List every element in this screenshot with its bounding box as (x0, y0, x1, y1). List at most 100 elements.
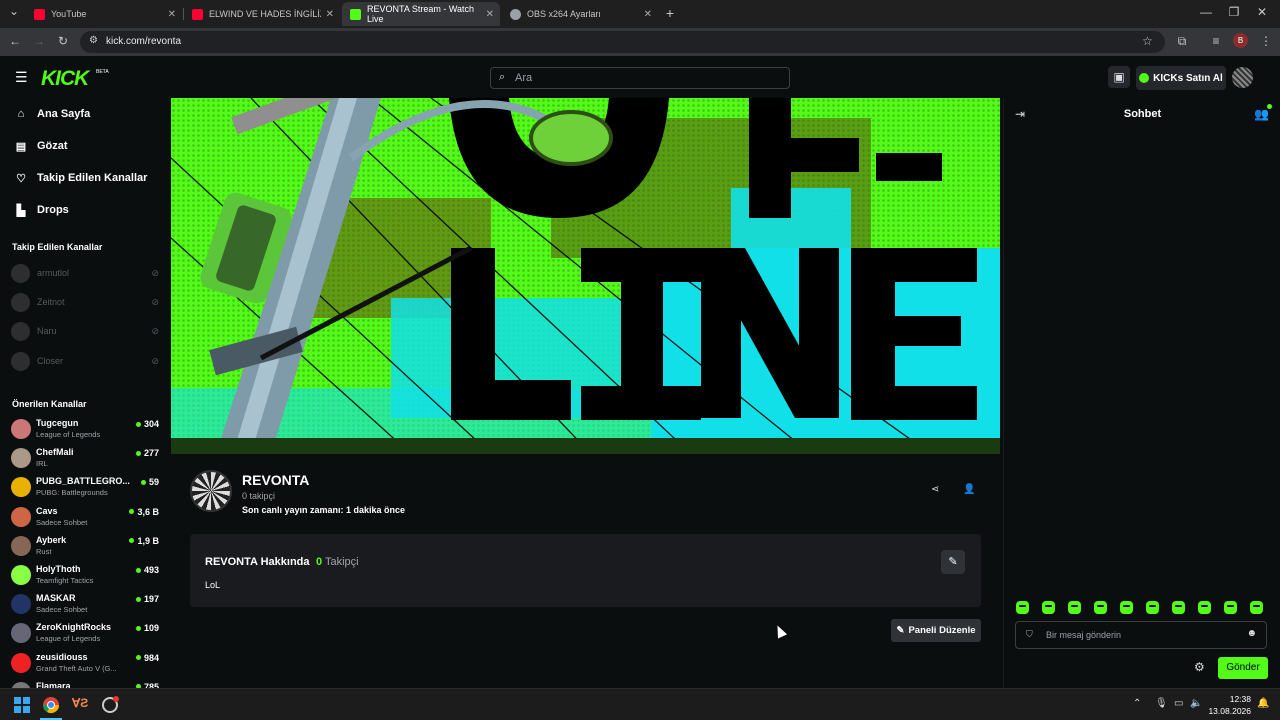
recommended-channel[interactable]: Flamara 785 (11, 679, 161, 688)
followed-channel[interactable]: Zeitnot ⊘ (11, 292, 161, 312)
recommended-channel[interactable]: Ayberk Rust 1,9 B (11, 533, 161, 559)
live-dot-icon (135, 655, 141, 661)
reload-icon[interactable]: ↻ (55, 34, 71, 48)
volume-icon[interactable]: 🔈 (1190, 698, 1202, 709)
recommended-channel[interactable]: zeusidiouss Grand Theft Auto V (G... 984 (11, 650, 161, 676)
nav-following[interactable]: ♡ Takip Edilen Kanallar (15, 168, 147, 188)
recommended-channel[interactable]: ChefMali IRL 277 (11, 445, 161, 471)
emote-icon[interactable] (1146, 601, 1159, 614)
recommended-channel[interactable]: ZeroKnightRocks League of Legends 109 (11, 620, 161, 646)
emote-icon[interactable] (1120, 601, 1133, 614)
emote-icon[interactable] (1224, 601, 1237, 614)
emote-icon[interactable] (1068, 601, 1081, 614)
close-tab-icon[interactable]: ✕ (644, 9, 652, 20)
recommended-channel[interactable]: MASKAR Sadece Sohbet 197 (11, 591, 161, 617)
edit-pencil-icon[interactable]: ✎ (941, 550, 965, 574)
site-header: ☰ KICK BETA ⌕ Ara ▣ KICKs Satın Al (0, 57, 1280, 98)
back-icon[interactable]: ← (7, 34, 23, 48)
nav-browse[interactable]: ▤ Gözat (15, 136, 68, 156)
emote-bar (1016, 601, 1263, 614)
channel-name[interactable]: REVONTA (242, 472, 309, 488)
followed-channel[interactable]: armutlol ⊘ (11, 263, 161, 283)
notification-bell-icon[interactable]: 🔔 (1257, 698, 1269, 709)
recommended-channel[interactable]: PUBG_BATTLEGRO... PUBG: Battlegrounds 59 (11, 474, 161, 500)
site-info-icon[interactable]: ⚙ (89, 35, 98, 46)
about-title: REVONTA Hakkında (205, 556, 310, 568)
send-button[interactable]: Gönder (1218, 657, 1268, 679)
followed-channel[interactable]: Naru ⊘ (11, 321, 161, 341)
browser-profile-avatar[interactable]: B (1233, 33, 1248, 48)
buy-kicks-button[interactable]: KICKs Satın Al (1136, 66, 1226, 90)
search-input[interactable]: ⌕ Ara (490, 67, 790, 89)
minimize-icon[interactable]: — (1198, 5, 1214, 19)
followed-channel[interactable]: Closer ⊘ (11, 351, 161, 371)
user-avatar[interactable] (1232, 67, 1253, 88)
channel-avatar[interactable] (190, 470, 232, 512)
recommended-channel[interactable]: Cavs Sadece Sohbet 3,6 B (11, 504, 161, 530)
bookmark-star-icon[interactable]: ☆ (1142, 34, 1153, 48)
tab-label: OBS x264 Ayarları (527, 9, 601, 19)
clock-time[interactable]: 12:38 (1220, 694, 1251, 704)
globe-favicon-icon (510, 8, 521, 20)
nav-label: Takip Edilen Kanallar (37, 172, 148, 184)
network-icon[interactable]: ▭ (1174, 698, 1183, 709)
extensions-icon[interactable]: ⧉ (1174, 34, 1190, 49)
channel-category: Sadece Sohbet (36, 517, 88, 527)
chrome-icon[interactable] (42, 696, 60, 714)
emote-icon[interactable] (1042, 601, 1055, 614)
edit-panel-button[interactable]: ✎ Paneli Düzenle (891, 619, 981, 642)
chat-message-input[interactable]: ⛉ Bir mesaj gönderin ☻ (1015, 621, 1267, 649)
close-tab-icon[interactable]: ✕ (168, 9, 176, 20)
channel-name: ChefMali (36, 447, 74, 458)
emote-icon[interactable] (1094, 601, 1107, 614)
close-tab-icon[interactable]: ✕ (326, 9, 334, 20)
new-tab-icon[interactable]: + (662, 5, 678, 21)
obs-icon[interactable] (101, 696, 119, 714)
channel-avatar (11, 448, 31, 469)
media-icon[interactable]: ≡ (1208, 34, 1224, 48)
clock-date[interactable]: 13.08.2026 (1208, 706, 1251, 716)
hamburger-menu-icon[interactable]: ☰ (15, 69, 28, 86)
nav-home[interactable]: ⌂ Ana Sayfa (15, 104, 91, 124)
chat-users-icon[interactable]: 👥 (1254, 104, 1272, 121)
tab-search-icon[interactable]: ⌄ (6, 4, 22, 18)
chat-settings-icon[interactable]: ⚙ (1194, 660, 1205, 674)
windows-start-icon[interactable] (13, 696, 31, 714)
beta-label: BETA (96, 69, 109, 75)
emoji-icon[interactable]: ☻ (1246, 628, 1257, 639)
channel-avatar (11, 263, 30, 283)
channel-name: Cavs (36, 505, 58, 516)
url-field[interactable]: ⚙ kick.com/revonta ☆ (80, 31, 1165, 53)
tray-chevron-icon[interactable]: ⌃ (1133, 698, 1141, 709)
app-icon[interactable]: ⱯƧ (72, 696, 90, 714)
recommended-channel[interactable]: Tugcegun League of Legends 304 (11, 416, 161, 442)
viewer-count-value: 59 (148, 477, 159, 488)
browser-tab-obs[interactable]: OBS x264 Ayarları ✕ (502, 2, 658, 26)
viewer-count: 304 (135, 419, 159, 429)
viewer-count-value: 197 (143, 594, 159, 605)
channel-category: Rust (36, 546, 52, 556)
recommended-channel[interactable]: HolyThoth Teamfight Tactics 493 (11, 562, 161, 588)
browser-tab-youtube[interactable]: YouTube ✕ (26, 2, 182, 26)
emote-icon[interactable] (1250, 601, 1263, 614)
dashboard-icon[interactable]: ▣ (1108, 66, 1130, 88)
viewer-count: 197 (135, 594, 159, 605)
user-settings-icon[interactable]: 👤 (963, 484, 975, 495)
browser-tab-revonta[interactable]: REVONTA Stream - Watch Live ✕ (342, 2, 500, 26)
viewer-count-value: 3,6 B (137, 506, 159, 517)
emote-icon[interactable] (1198, 601, 1211, 614)
share-icon[interactable]: ⋖ (931, 484, 939, 495)
home-icon: ⌂ (17, 108, 25, 120)
browser-tab-elwind[interactable]: ELWIND VE HADES İNGİLİZ KIZL ✕ (184, 2, 340, 26)
kick-logo[interactable]: KICK (41, 67, 89, 91)
emote-icon[interactable] (1172, 601, 1185, 614)
browser-menu-icon[interactable]: ⋮ (1258, 34, 1274, 48)
close-tab-icon[interactable]: ✕ (486, 9, 494, 20)
forward-icon[interactable]: → (31, 34, 47, 48)
nav-drops[interactable]: ▙ Drops (15, 200, 69, 220)
maximize-icon[interactable]: ❐ (1226, 5, 1242, 19)
offline-icon: ⊘ (151, 355, 159, 366)
emote-icon[interactable] (1016, 601, 1029, 614)
close-window-icon[interactable]: ✕ (1254, 5, 1270, 19)
microphone-icon[interactable]: 🎙 (1155, 698, 1168, 709)
